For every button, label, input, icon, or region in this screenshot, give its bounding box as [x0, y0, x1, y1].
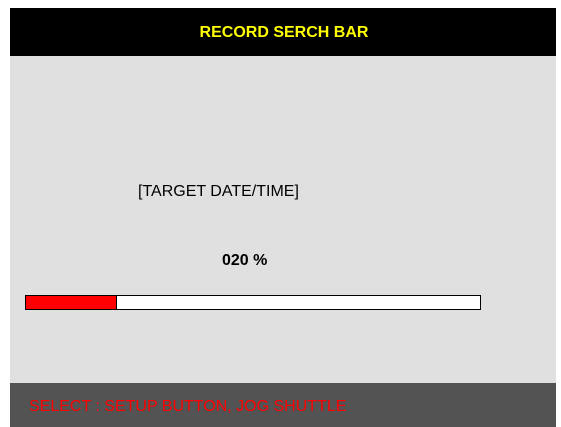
status-bar: SELECT : SETUP BUTTON, JOG SHUTTLE [10, 383, 556, 427]
main-panel: [TARGET DATE/TIME] 020 % [10, 56, 556, 391]
search-progress-bar[interactable] [25, 295, 481, 310]
control-hint: SELECT : SETUP BUTTON, JOG SHUTTLE [29, 398, 347, 415]
progress-percent: 020 % [222, 252, 268, 269]
progress-fill [26, 296, 117, 309]
target-date-time-label: [TARGET DATE/TIME] [138, 183, 299, 200]
record-search-window: RECORD SERCH BAR [TARGET DATE/TIME] 020 … [10, 8, 556, 427]
title-bar: RECORD SERCH BAR [10, 8, 556, 56]
window-title: RECORD SERCH BAR [199, 24, 369, 41]
